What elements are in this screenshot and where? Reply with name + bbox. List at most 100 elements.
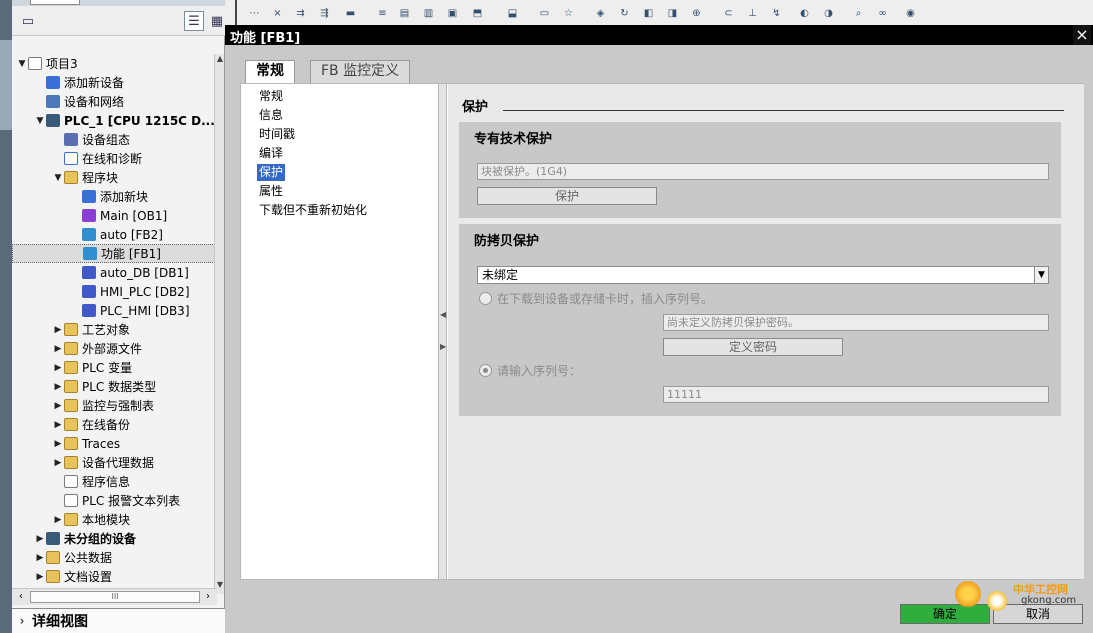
tree-item[interactable]: 设备组态 <box>12 130 215 149</box>
toolbar-tool-icon[interactable]: ▭ <box>537 8 552 20</box>
toolbar-tool-icon[interactable]: ◑ <box>821 8 836 20</box>
expand-arrow-icon[interactable]: ▶ <box>52 458 64 468</box>
dialog-titlebar[interactable]: 功能 [FB1] × <box>225 25 1093 46</box>
delete-icon[interactable]: × <box>270 8 285 20</box>
toolbar-tool-icon[interactable]: ⇶ <box>317 8 332 20</box>
toolbar-tool-icon[interactable]: ⇉ <box>293 8 308 20</box>
tree-item[interactable]: ▼ 项目3 <box>12 54 215 73</box>
search-icon[interactable]: ⌕ <box>851 8 866 20</box>
add-icon[interactable]: ▦ <box>207 11 227 31</box>
toolbar-tool-icon[interactable]: ◉ <box>903 8 918 20</box>
new-item-icon[interactable]: ▭ <box>18 11 38 31</box>
tree-item[interactable]: PLC_HMI [DB3] <box>12 301 215 320</box>
nav-item[interactable]: 保护 <box>257 164 286 181</box>
define-password-button[interactable]: 定义密码 <box>663 338 843 356</box>
tree-item[interactable]: ▶ 设备代理数据 <box>12 453 215 472</box>
toolbar-tool-icon[interactable]: ↯ <box>769 8 784 20</box>
tree-item[interactable]: 添加新设备 <box>12 73 215 92</box>
toolbar-tool-icon[interactable]: ▤ <box>397 8 412 20</box>
tree-item[interactable]: ▶ 监控与强制表 <box>12 396 215 415</box>
copy-protection-dropdown[interactable]: 未绑定 ▼ <box>477 266 1049 284</box>
expand-arrow-icon[interactable]: ▶ <box>52 363 64 373</box>
chevron-right-icon[interactable]: › <box>12 614 32 628</box>
toolbar-tool-icon[interactable]: ▥ <box>421 8 436 20</box>
expand-arrow-icon[interactable]: ▶ <box>34 572 46 582</box>
toolbar-tool-icon[interactable]: ◨ <box>665 8 680 20</box>
nav-item[interactable]: 时间戳 <box>259 126 295 143</box>
expand-arrow-icon[interactable]: ▶ <box>52 401 64 411</box>
toolbar-tool-icon[interactable]: ◈ <box>593 8 608 20</box>
tree-item[interactable]: ▼ 程序块 <box>12 168 215 187</box>
tree-item[interactable]: ▶ PLC 数据类型 <box>12 377 215 396</box>
toolbar-tool-icon[interactable]: ↻ <box>617 8 632 20</box>
toolbar-tool-icon[interactable]: ⊥ <box>745 8 760 20</box>
expand-arrow-icon[interactable]: ▼ <box>16 59 28 69</box>
protect-button[interactable]: 保护 <box>477 187 657 205</box>
close-icon[interactable]: × <box>1073 25 1091 45</box>
expand-arrow-icon[interactable]: ▶ <box>34 553 46 563</box>
toolbar-tool-icon[interactable]: ≡ <box>375 8 390 20</box>
toolbar-tool-icon[interactable]: ⊕ <box>689 8 704 20</box>
toolbar-tool-icon[interactable]: ⬒ <box>470 8 485 20</box>
expand-arrow-icon[interactable]: ▶ <box>52 325 64 335</box>
project-tree-tab[interactable] <box>30 0 80 5</box>
expand-arrow-icon[interactable]: ▼ <box>34 116 46 126</box>
toolbar-tool-icon[interactable]: ⋯ <box>247 8 262 20</box>
radio-enter-serial[interactable]: 请输入序列号： <box>479 362 581 378</box>
toolbar-tool-icon[interactable]: ▣ <box>445 8 460 20</box>
tree-item[interactable]: 在线和诊断 <box>12 149 215 168</box>
tree-item[interactable]: Main [OB1] <box>12 206 215 225</box>
tree-item[interactable]: ▶ 外部源文件 <box>12 339 215 358</box>
tree-item[interactable]: ▶ 未分组的设备 <box>12 529 215 548</box>
cancel-button[interactable]: 取消 <box>993 604 1083 624</box>
tree-item[interactable]: PLC 报警文本列表 <box>12 491 215 510</box>
tree-item[interactable]: ▶ Traces <box>12 434 215 453</box>
tree-item[interactable]: 添加新块 <box>12 187 215 206</box>
watch-icon[interactable]: ∞ <box>875 8 890 20</box>
tree-item[interactable]: auto_DB [DB1] <box>12 263 215 282</box>
expand-arrow-icon[interactable]: ▶ <box>34 534 46 544</box>
tree-horizontal-scrollbar[interactable]: ‹ III › <box>12 588 217 605</box>
nav-item[interactable]: 属性 <box>259 183 283 200</box>
expand-arrow-icon[interactable]: ▶ <box>52 344 64 354</box>
tree-item[interactable]: ▶ 本地模块 <box>12 510 215 529</box>
nav-item[interactable]: 下载但不重新初始化 <box>259 202 367 219</box>
nav-item[interactable]: 常规 <box>259 88 283 105</box>
tree-vertical-scrollbar[interactable]: ▲ ▼ <box>214 54 224 594</box>
scroll-right-icon[interactable]: › <box>201 590 215 604</box>
expand-arrow-icon[interactable]: ▶ <box>52 439 64 449</box>
scroll-up-icon[interactable]: ▲ <box>215 54 225 68</box>
tree-item[interactable]: ▶ 在线备份 <box>12 415 215 434</box>
details-view-icon[interactable]: ☰ <box>184 11 204 31</box>
tree-item[interactable]: ▶ PLC 变量 <box>12 358 215 377</box>
tree-item[interactable]: 程序信息 <box>12 472 215 491</box>
expand-arrow-icon[interactable]: ▼ <box>52 173 64 183</box>
detail-view-bar[interactable]: › 详细视图 <box>12 608 225 633</box>
tree-item[interactable]: ▶ 公共数据 <box>12 548 215 567</box>
toolbar-tool-icon[interactable]: ☆ <box>561 8 576 20</box>
scroll-left-icon[interactable]: ‹ <box>14 590 28 604</box>
ok-button[interactable]: 确定 <box>900 604 990 624</box>
tab-general[interactable]: 常规 <box>245 60 295 84</box>
expand-arrow-icon[interactable]: ▶ <box>52 420 64 430</box>
radio-insert-serial[interactable]: 在下载到设备或存储卡时，插入序列号。 <box>479 290 713 306</box>
toolbar-tool-icon[interactable]: ⬓ <box>505 8 520 20</box>
tree-item[interactable]: auto [FB2] <box>12 225 215 244</box>
tree-item[interactable]: ▶ 工艺对象 <box>12 320 215 339</box>
expand-arrow-icon[interactable]: ▶ <box>52 515 64 525</box>
radio-enter-serial-button[interactable] <box>479 363 492 377</box>
tree-item[interactable]: 功能 [FB1] <box>12 244 215 263</box>
toolbar-tool-icon[interactable]: ▬ <box>343 8 358 20</box>
tree-item[interactable]: ▼ PLC_1 [CPU 1215C D... <box>12 111 215 130</box>
chevron-down-icon[interactable]: ▼ <box>1034 267 1048 283</box>
radio-insert-serial-button[interactable] <box>479 291 492 305</box>
expand-right-icon[interactable]: ▶ <box>440 342 446 351</box>
tree-item[interactable]: HMI_PLC [DB2] <box>12 282 215 301</box>
tree-item[interactable]: ▶ 文档设置 <box>12 567 215 586</box>
pane-splitter[interactable]: ◀ ▶ <box>439 84 447 579</box>
toolbar-tool-icon[interactable]: ⊂ <box>721 8 736 20</box>
collapse-left-icon[interactable]: ◀ <box>440 310 446 319</box>
toolbar-tool-icon[interactable]: ◧ <box>641 8 656 20</box>
nav-item[interactable]: 信息 <box>259 107 283 124</box>
serial-number-field[interactable]: 11111 <box>663 386 1049 403</box>
